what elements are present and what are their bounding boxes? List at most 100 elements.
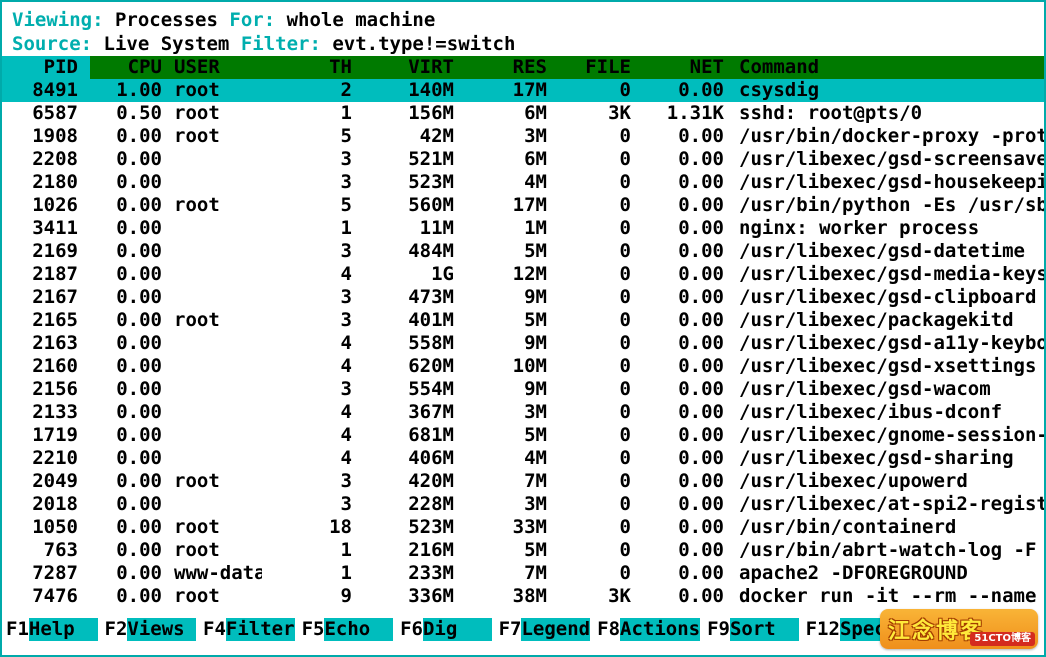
cell-command: /usr/bin/docker-proxy -prot [739,125,1044,147]
cell-pid: 1719 [32,424,78,446]
cell-virt: 484M [408,240,454,262]
table-row[interactable]: 2180 0.00 3 523M 4M 0 0.00 /usr/libexec/… [2,171,1044,194]
cell-res: 38M [512,585,547,607]
table-row[interactable]: 1026 0.00 root 5 560M 17M 0 0.00 /usr/bi… [2,194,1044,217]
table-row[interactable]: 2018 0.00 3 228M 3M 0 0.00 /usr/libexec/… [2,493,1044,516]
csysdig-terminal-window: Viewing: Processes For: whole machine So… [0,0,1046,657]
cell-command: csysdig [739,79,820,101]
cell-cpu: 0.00 [116,194,162,216]
table-row[interactable]: 1719 0.00 4 681M 5M 0 0.00 /usr/libexec/… [2,424,1044,447]
table-row[interactable]: 6587 0.50 root 1 156M 6M 3K 1.31K sshd: … [2,102,1044,125]
function-key-number: F8 [597,618,621,641]
function-key-button[interactable]: F5 Echo [301,618,394,641]
function-key-button[interactable]: F8 Actions [597,618,701,641]
table-row[interactable]: 2169 0.00 3 484M 5M 0 0.00 /usr/libexec/… [2,240,1044,263]
cell-file: 3K [608,102,631,124]
cell-th: 1 [340,217,352,239]
cell-cpu: 0.00 [116,355,162,377]
cell-pid: 2208 [32,148,78,170]
cell-net: 0.00 [678,309,724,331]
cell-th: 1 [340,539,352,561]
cell-th: 3 [340,378,352,400]
function-key-label: Dig [422,618,492,641]
cell-net: 0.00 [678,585,724,607]
function-key-button[interactable]: F6 Dig [400,618,492,641]
table-row[interactable]: 3411 0.00 1 11M 1M 0 0.00 nginx: worker … [2,217,1044,240]
cell-command: /usr/libexec/gnome-session- [739,424,1044,446]
function-key-number: F5 [301,618,325,641]
cell-net: 0.00 [678,332,724,354]
cell-th: 4 [340,401,352,423]
cell-th: 4 [340,332,352,354]
function-key-button[interactable]: F4 Filter [203,618,295,641]
column-header-net[interactable]: NET [631,56,724,79]
cell-cpu: 0.00 [116,401,162,423]
column-header-virt[interactable]: VIRT [352,56,454,79]
column-header-cpu[interactable]: CPU [90,56,162,79]
table-row[interactable]: 8491 1.00 root 2 140M 17M 0 0.00 csysdig [2,79,1044,102]
cell-user: root [174,539,220,561]
function-key-button[interactable]: F7 Legend [498,618,591,641]
table-row[interactable]: 2133 0.00 4 367M 3M 0 0.00 /usr/libexec/… [2,401,1044,424]
function-key-label: Actions [620,618,701,641]
cell-pid: 2160 [32,355,78,377]
function-key-button[interactable]: F2 Views [104,618,197,641]
cell-virt: 156M [408,102,454,124]
table-row[interactable]: 2167 0.00 3 473M 9M 0 0.00 /usr/libexec/… [2,286,1044,309]
table-row[interactable]: 2210 0.00 4 406M 4M 0 0.00 /usr/libexec/… [2,447,1044,470]
cell-pid: 2156 [32,378,78,400]
cell-user [162,378,262,401]
table-row[interactable]: 2049 0.00 root 3 420M 7M 0 0.00 /usr/lib… [2,470,1044,493]
cell-file: 0 [619,539,631,561]
table-row[interactable]: 2208 0.00 3 521M 6M 0 0.00 /usr/libexec/… [2,148,1044,171]
cell-file: 0 [619,447,631,469]
cell-command: /usr/libexec/gsd-datetime [739,240,1025,262]
cell-cpu: 0.00 [116,217,162,239]
table-row[interactable]: 2156 0.00 3 554M 9M 0 0.00 /usr/libexec/… [2,378,1044,401]
column-header-user[interactable]: USER [162,56,262,79]
table-row[interactable]: 7476 0.00 root 9 336M 38M 3K 0.00 docker… [2,585,1044,608]
cell-command: /usr/libexec/gsd-housekeepi [739,171,1044,193]
cell-th: 4 [340,424,352,446]
cell-res: 4M [524,447,547,469]
column-header-file[interactable]: FILE [547,56,631,79]
cell-user: root [174,516,220,538]
table-row[interactable]: 1050 0.00 root 18 523M 33M 0 0.00 /usr/b… [2,516,1044,539]
column-header-th[interactable]: TH [262,56,352,79]
function-key-button[interactable]: F9 Sort [707,618,799,641]
table-row[interactable]: 2163 0.00 4 558M 9M 0 0.00 /usr/libexec/… [2,332,1044,355]
table-row[interactable]: 2187 0.00 4 1G 12M 0 0.00 /usr/libexec/g… [2,263,1044,286]
table-header-row: PID CPU USER TH VIRT RES FILE NET Comman… [2,56,1044,79]
cell-command: /usr/libexec/upowerd [739,470,968,492]
cell-command: /usr/libexec/at-spi2-regist [739,493,1044,515]
table-row[interactable]: 2165 0.00 root 3 401M 5M 0 0.00 /usr/lib… [2,309,1044,332]
function-key-button[interactable]: F1 Help [6,618,98,641]
cell-user: root [174,125,220,147]
column-header-pid[interactable]: PID [2,56,90,79]
column-header-command[interactable]: Command [724,56,1044,79]
table-row[interactable]: 1908 0.00 root 5 42M 3M 0 0.00 /usr/bin/… [2,125,1044,148]
cell-pid: 2165 [32,309,78,331]
column-header-res[interactable]: RES [454,56,547,79]
cell-pid: 2180 [32,171,78,193]
function-key-number: F9 [707,618,730,641]
cell-user [162,401,262,424]
cell-net: 0.00 [678,378,724,400]
cell-command: sshd: root@pts/0 [739,102,923,124]
cell-cpu: 0.00 [116,378,162,400]
cell-user [162,263,262,286]
cell-net: 0.00 [678,355,724,377]
table-row[interactable]: 7287 0.00 www-data 1 233M 7M 0 0.00 apac… [2,562,1044,585]
cell-command: /usr/bin/python -Es /usr/sb [739,194,1044,216]
cell-command: /usr/libexec/gsd-sharing [739,447,1014,469]
cell-virt: 228M [408,493,454,515]
cell-res: 6M [524,102,547,124]
cell-res: 9M [524,378,547,400]
cell-user [162,424,262,447]
cell-res: 5M [524,240,547,262]
cell-res: 3M [524,493,547,515]
cell-th: 5 [340,194,352,216]
table-row[interactable]: 763 0.00 root 1 216M 5M 0 0.00 /usr/bin/… [2,539,1044,562]
table-row[interactable]: 2160 0.00 4 620M 10M 0 0.00 /usr/libexec… [2,355,1044,378]
cell-th: 3 [340,493,352,515]
